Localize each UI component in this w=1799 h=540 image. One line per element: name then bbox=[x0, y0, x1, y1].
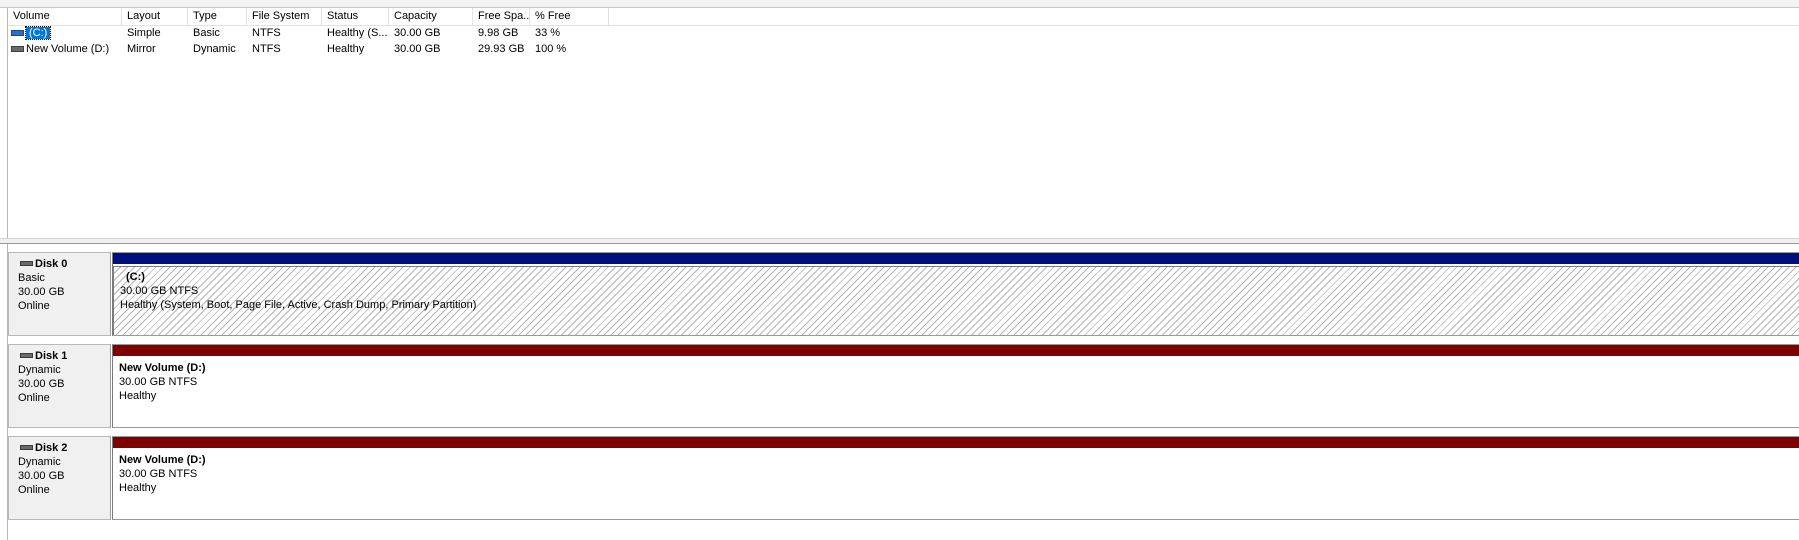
disk-size: 30.00 GB bbox=[18, 286, 65, 298]
partition-body: (C:) 30.00 GB NTFS Healthy (System, Boot… bbox=[113, 266, 1799, 335]
disk-name: Disk 0 bbox=[35, 258, 68, 270]
disk-state: Online bbox=[18, 392, 50, 404]
disk-size: 30.00 GB bbox=[18, 470, 65, 482]
column-header-percent-free[interactable]: % Free bbox=[530, 8, 609, 25]
partition-block[interactable]: New Volume (D:) 30.00 GB NTFS Healthy bbox=[112, 436, 1799, 520]
volume-free-space: 29.93 GB bbox=[478, 43, 525, 55]
disk-row-0: Disk 0 Basic 30.00 GB Online (C:) 30.00 … bbox=[8, 248, 1799, 340]
volume-status: Healthy (S... bbox=[327, 27, 388, 39]
disk-state: Online bbox=[18, 300, 50, 312]
volume-type: Basic bbox=[193, 27, 220, 39]
partition-title: (C:) bbox=[126, 271, 145, 283]
volume-status: Healthy bbox=[327, 43, 365, 55]
disk-name: Disk 2 bbox=[35, 442, 68, 454]
table-row[interactable]: New Volume (D:) Mirror Dynamic NTFS Heal… bbox=[8, 41, 708, 57]
partition-body: New Volume (D:) 30.00 GB NTFS Healthy bbox=[113, 450, 1799, 519]
disk-label[interactable]: Disk 0 Basic 30.00 GB Online bbox=[8, 252, 111, 336]
partition-status: Healthy bbox=[119, 482, 157, 494]
disk-icon bbox=[20, 353, 33, 358]
partition-size: 30.00 GB NTFS bbox=[119, 376, 198, 388]
partition-type-bar bbox=[113, 253, 1799, 264]
disk-row-2: Disk 2 Dynamic 30.00 GB Online New Volum… bbox=[8, 432, 1799, 524]
volume-capacity: 30.00 GB bbox=[394, 27, 441, 39]
disk-name: Disk 1 bbox=[35, 350, 68, 362]
column-header-file-system[interactable]: File System bbox=[247, 8, 322, 25]
disk-type: Dynamic bbox=[18, 456, 61, 468]
column-header-free-space[interactable]: Free Spa... bbox=[473, 8, 530, 25]
volume-layout: Mirror bbox=[127, 43, 156, 55]
disk-size: 30.00 GB bbox=[18, 378, 65, 390]
column-header-status[interactable]: Status bbox=[322, 8, 389, 25]
partition-type-bar bbox=[113, 345, 1799, 356]
disk-label[interactable]: Disk 1 Dynamic 30.00 GB Online bbox=[8, 344, 111, 428]
top-edge bbox=[0, 0, 1799, 8]
partition-block[interactable]: New Volume (D:) 30.00 GB NTFS Healthy bbox=[112, 344, 1799, 428]
column-header-volume[interactable]: Volume bbox=[8, 8, 122, 25]
column-header-capacity[interactable]: Capacity bbox=[389, 8, 473, 25]
disk-graphical-view: Disk 0 Basic 30.00 GB Online (C:) 30.00 … bbox=[7, 244, 1799, 540]
volume-layout: Simple bbox=[127, 27, 161, 39]
column-header-type[interactable]: Type bbox=[188, 8, 247, 25]
volume-percent-free: 100 % bbox=[535, 43, 567, 55]
partition-block[interactable]: (C:) 30.00 GB NTFS Healthy (System, Boot… bbox=[112, 252, 1799, 336]
partition-status: Healthy (System, Boot, Page File, Active… bbox=[120, 299, 477, 311]
disk-label[interactable]: Disk 2 Dynamic 30.00 GB Online bbox=[8, 436, 111, 520]
disk-type: Dynamic bbox=[18, 364, 61, 376]
volume-free-space: 9.98 GB bbox=[478, 27, 519, 39]
partition-size: 30.00 GB NTFS bbox=[119, 468, 198, 480]
table-row[interactable]: (C:) Simple Basic NTFS Healthy (S... 30.… bbox=[8, 25, 708, 41]
column-header-layout[interactable]: Layout bbox=[122, 8, 188, 25]
volume-type: Dynamic bbox=[193, 43, 236, 55]
partition-size: 30.00 GB NTFS bbox=[120, 285, 199, 297]
volume-name: New Volume (D:) bbox=[26, 43, 110, 55]
disk-row-1: Disk 1 Dynamic 30.00 GB Online New Volum… bbox=[8, 340, 1799, 432]
partition-title: New Volume (D:) bbox=[119, 454, 206, 466]
volume-name[interactable]: (C:) bbox=[24, 26, 52, 40]
volume-list[interactable]: Volume Layout Type File System Status Ca… bbox=[7, 8, 1799, 238]
volume-file-system: NTFS bbox=[252, 27, 281, 39]
partition-status: Healthy bbox=[119, 390, 157, 402]
disk-type: Basic bbox=[18, 272, 45, 284]
volume-capacity: 30.00 GB bbox=[394, 43, 441, 55]
volume-list-header: Volume Layout Type File System Status Ca… bbox=[8, 8, 1799, 26]
volume-file-system: NTFS bbox=[252, 43, 281, 55]
volume-percent-free: 33 % bbox=[535, 27, 561, 39]
partition-title: New Volume (D:) bbox=[119, 362, 206, 374]
disk-icon bbox=[20, 445, 33, 450]
disk-icon bbox=[20, 261, 33, 266]
partition-type-bar bbox=[113, 437, 1799, 448]
partition-body: New Volume (D:) 30.00 GB NTFS Healthy bbox=[113, 358, 1799, 427]
disk-state: Online bbox=[18, 484, 50, 496]
